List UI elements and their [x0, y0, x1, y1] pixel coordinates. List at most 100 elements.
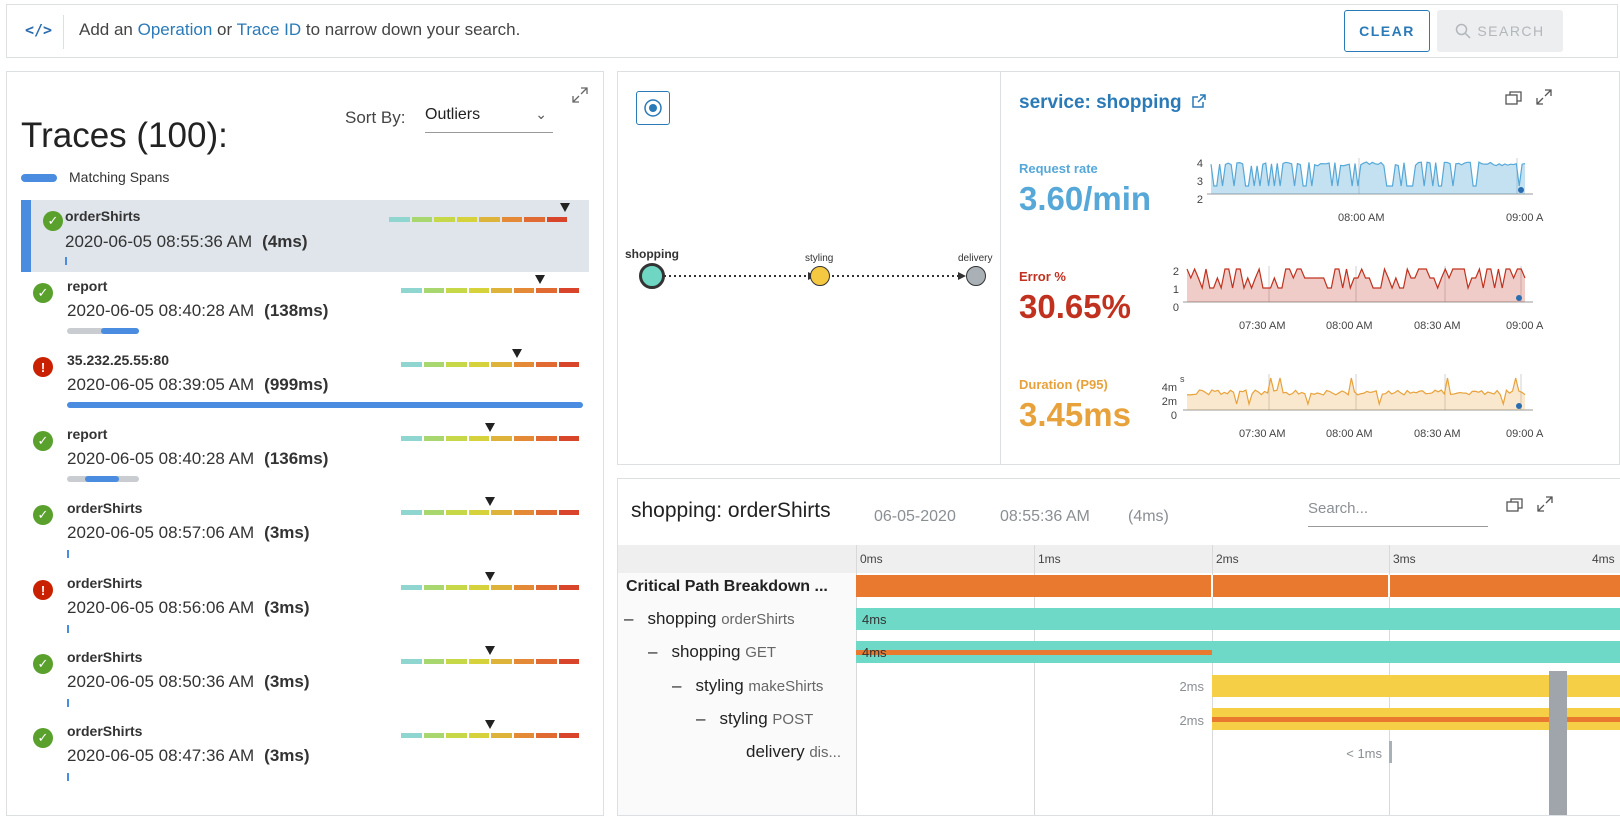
heatmap-cell [411, 217, 432, 222]
span-search-input[interactable]: Search... [1308, 500, 1488, 527]
heatmap-cell [524, 217, 545, 222]
y-tick: 2 [1172, 266, 1179, 278]
hint-prefix: Add an [79, 20, 133, 39]
duration-marker-icon [534, 275, 545, 284]
heatmap-cell [513, 436, 534, 441]
trace-timestamp: 2020-06-05 08:47:36 AM (3ms) [67, 746, 310, 766]
heatmap-cell [491, 510, 512, 515]
heatmap-cell [468, 510, 489, 515]
critical-path-bar[interactable] [856, 575, 1620, 597]
collapse-icon[interactable]: – [672, 676, 681, 695]
heatmap-cell [513, 585, 534, 590]
search-placeholder[interactable]: Add an Operation or Trace ID to narrow d… [79, 20, 520, 40]
x-tick: 08:00 AM [1326, 320, 1373, 332]
y-tick: 4 [1196, 158, 1203, 170]
clear-button[interactable]: CLEAR [1344, 10, 1430, 52]
span-operation: dis... [809, 744, 842, 761]
span-service: styling [719, 709, 768, 728]
trace-name: orderShirts [67, 723, 143, 739]
critical-path-label: Critical Path Breakdown ... [626, 578, 828, 595]
current-point [1518, 187, 1524, 193]
duration-marker-icon [485, 497, 495, 506]
node-delivery[interactable] [966, 266, 986, 286]
y-tick: 0 [1172, 302, 1179, 314]
scroll-handle[interactable] [1549, 671, 1567, 815]
error-rate-sparkline [1183, 266, 1533, 303]
trace-id-link[interactable]: Trace ID [237, 20, 302, 39]
node-shopping[interactable] [639, 263, 665, 289]
request-rate-value: 3.60/min [1019, 180, 1152, 217]
search-bar[interactable]: </> Add an Operation or Trace ID to narr… [6, 4, 1618, 58]
heatmap-cell [491, 659, 512, 664]
matching-span-bar [67, 402, 583, 408]
heatmap-cell [401, 733, 422, 738]
span-row-label[interactable]: – styling makeShirts [672, 676, 823, 696]
trace-list-item[interactable]: ✓ report 2020-06-05 08:40:28 AM (138ms) [21, 275, 589, 347]
service-map-panel: shopping styling delivery [617, 71, 1001, 465]
collapse-icon[interactable]: – [696, 709, 705, 728]
collapse-icon[interactable]: – [648, 642, 657, 661]
error-icon: ! [33, 357, 53, 377]
span-operation: makeShirts [748, 678, 824, 695]
trace-list-item[interactable]: ✓ report 2020-06-05 08:40:28 AM (136ms) [21, 423, 589, 495]
request-rate-sparkline [1207, 158, 1533, 195]
sort-value: Outliers [425, 106, 481, 123]
service-map-graph [664, 272, 966, 280]
expand-icon[interactable] [1535, 88, 1553, 111]
heatmap-cell [468, 659, 489, 664]
span-duration: < 1ms [1346, 746, 1382, 761]
expand-icon[interactable] [571, 86, 589, 109]
trace-list-item[interactable]: ! 35.232.25.55:80 2020-06-05 08:39:05 AM (9… [21, 349, 589, 421]
trace-time-text: 2020-06-05 08:39:05 AM [67, 375, 255, 394]
span-bar[interactable] [1389, 741, 1392, 763]
trace-name: report [67, 278, 108, 294]
span-duration: 2ms [1179, 713, 1204, 728]
operation-link[interactable]: Operation [138, 20, 213, 39]
span-row-label[interactable]: – styling POST [696, 709, 813, 729]
trace-list-item[interactable]: ✓ orderShirts 2020-06-05 08:55:36 AM (4ms) [21, 200, 589, 272]
x-tick: 07:30 AM [1239, 428, 1286, 440]
heatmap-cell [423, 585, 444, 590]
heatmap-cell [446, 510, 467, 515]
heatmap-cell [558, 510, 579, 515]
trace-duration: (138ms) [264, 301, 329, 320]
heatmap-cell [536, 585, 557, 590]
span-bar[interactable] [856, 608, 1620, 630]
matching-span-bar [101, 328, 139, 334]
trace-list-item[interactable]: ✓ orderShirts 2020-06-05 08:50:36 AM (3ms) [21, 646, 589, 718]
span-row-label[interactable]: – shopping orderShirts [624, 609, 795, 629]
success-icon: ✓ [33, 728, 53, 748]
expand-icon[interactable] [1536, 495, 1554, 518]
trace-list-item[interactable]: ✓ orderShirts 2020-06-05 08:47:36 AM (3ms) [21, 720, 589, 792]
segment-divider [1211, 575, 1213, 597]
service-stats-panel: service: shopping Request rate 3.60/min … [1001, 71, 1620, 465]
sort-select[interactable]: Outliers ⌄ [425, 106, 553, 133]
search-button[interactable]: SEARCH [1437, 10, 1563, 52]
heatmap-cell [401, 436, 422, 441]
restore-window-icon[interactable] [1505, 90, 1523, 111]
collapse-icon[interactable]: – [624, 609, 633, 628]
trace-time-text: 2020-06-05 08:55:36 AM [65, 232, 253, 251]
node-label-delivery: delivery [958, 253, 993, 264]
success-icon: ✓ [33, 505, 53, 525]
trace-list-item[interactable]: ✓ orderShirts 2020-06-05 08:57:06 AM (3ms) [21, 497, 589, 569]
y-tick: 2m [1161, 396, 1177, 408]
duration-heatmap [401, 288, 579, 293]
span-duration: 4ms [862, 645, 887, 660]
service-title-link[interactable]: service: shopping [1019, 92, 1207, 114]
span-row-label[interactable]: delivery dis... [746, 742, 841, 762]
heatmap-cell [446, 288, 467, 293]
trace-list-item[interactable]: ! orderShirts 2020-06-05 08:56:06 AM (3ms) [21, 572, 589, 644]
external-link-icon[interactable] [1191, 93, 1207, 109]
heatmap-cell [513, 659, 534, 664]
code-icon[interactable]: </> [25, 21, 52, 39]
heatmap-cell [536, 733, 557, 738]
heatmap-cell [491, 362, 512, 367]
node-styling[interactable] [810, 266, 830, 286]
restore-window-icon[interactable] [1506, 497, 1524, 518]
hint-suffix: to narrow down your search. [305, 20, 521, 39]
x-tick: 08:00 AM [1326, 428, 1373, 440]
duration-marker-icon [485, 720, 495, 729]
span-row-label[interactable]: – shopping GET [648, 642, 776, 662]
current-point [1516, 403, 1522, 409]
